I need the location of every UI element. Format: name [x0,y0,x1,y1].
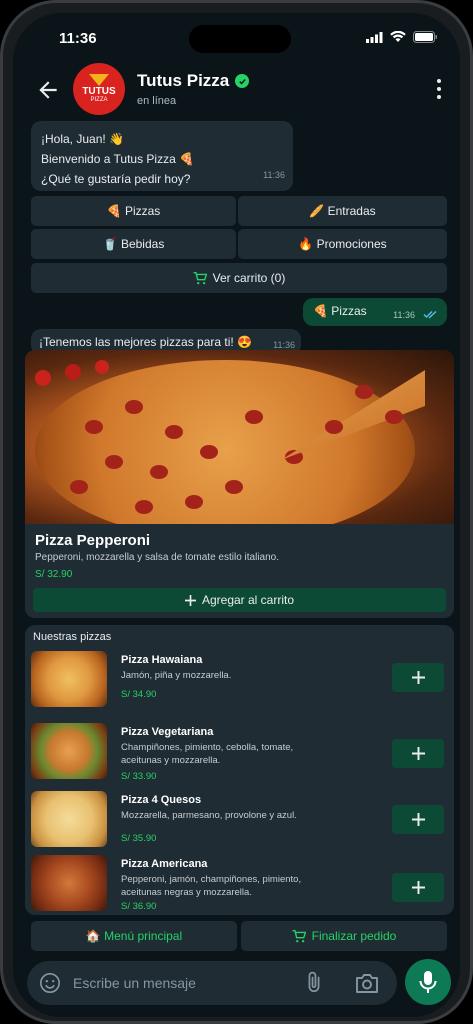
plus-icon [184,594,196,606]
pizza-description: Mozzarella, parmesano, provolone y azul. [121,810,297,821]
welcome-line-2: Bienvenido a Tutus Pizza 🍕 [41,152,195,166]
pizza-list-card: Nuestras pizzas Pizza Hawaiana Jamón, pi… [25,625,454,915]
wifi-icon [390,31,406,42]
add-pizza-button[interactable] [392,805,444,834]
welcome-message: ¡Hola, Juan! 👋 Bienvenido a Tutus Pizza … [31,121,293,191]
pizza-pepperoni-image [25,350,454,524]
list-item: Pizza 4 Quesos Mozzarella, parmesano, pr… [25,791,454,853]
contact-name-row[interactable]: Tutus Pizza [137,71,250,91]
welcome-line-1: ¡Hola, Juan! 👋 [41,132,124,146]
pizza-name: Pizza 4 Quesos [121,794,202,806]
pizza-price: S/ 34.90 [121,689,157,700]
mic-button[interactable] [405,959,451,1005]
pizza-name: Pizza Vegetariana [121,726,214,738]
welcome-line-3: ¿Qué te gustaría pedir hoy? [41,172,191,186]
pizza-description: Pepperoni, jamón, champiñones, pimiento,… [121,874,302,898]
main-menu-button[interactable]: 🏠 Menú principal [31,921,237,951]
quick-bebidas-button[interactable]: 🥤 Bebidas [31,229,236,259]
pizza-price: S/ 33.90 [121,771,157,782]
featured-product-price: S/ 32.90 [35,569,73,580]
pizza-list-heading: Nuestras pizzas [33,631,112,643]
signal-icon [366,31,383,43]
view-cart-label: Ver carrito (0) [212,271,286,285]
checkout-button[interactable]: Finalizar pedido [241,921,447,951]
add-to-cart-label: Agregar al carrito [201,593,295,607]
list-item: Pizza Americana Pepperoni, jamón, champi… [25,855,454,917]
status-bar: 11:36 [13,13,460,63]
pizza-name: Pizza Americana [121,858,208,870]
pizza-description: Champiñones, pimiento, cebolla, tomate, … [121,742,294,766]
avatar-logo-text: TUTUS [82,86,116,97]
plus-icon [411,671,425,684]
back-arrow-icon[interactable] [35,77,61,103]
add-pizza-button[interactable] [392,739,444,768]
outgoing-text: 🍕 Pizzas [313,304,367,318]
status-icons [366,31,438,43]
dynamic-island [189,25,291,53]
outgoing-time: 11:36 [393,310,415,320]
quick-pizzas-button[interactable]: 🍕 Pizzas [31,196,236,226]
checkout-label: Finalizar pedido [311,929,397,943]
message-time: 11:36 [263,170,285,180]
pizza-hawaiana-image [31,651,107,707]
cart-icon [292,929,306,942]
plus-icon [411,747,425,760]
featured-product-name: Pizza Pepperoni [35,532,151,549]
pizza-price: S/ 35.90 [121,833,157,844]
pizza-logo-icon [89,74,109,86]
plus-icon [411,813,425,826]
verified-icon [235,74,250,88]
more-vert-icon[interactable] [436,79,442,99]
add-to-cart-button[interactable]: Agregar al carrito [33,588,446,612]
add-pizza-button[interactable] [392,663,444,692]
camera-icon[interactable] [355,972,379,994]
attach-icon[interactable] [303,971,325,995]
outgoing-message: 🍕 Pizzas 11:36 [303,298,447,326]
contact-name: Tutus Pizza [137,71,230,90]
plus-icon [411,881,425,894]
chat-header: TUTUS PIZZA Tutus Pizza en línea [13,63,460,123]
add-pizza-button[interactable] [392,873,444,902]
featured-product-description: Pepperoni, mozzarella y salsa de tomate … [35,552,280,563]
message-input[interactable] [73,973,283,993]
list-item: Pizza Vegetariana Champiñones, pimiento,… [25,723,454,785]
quick-promociones-button[interactable]: 🔥 Promociones [238,229,447,259]
view-cart-button[interactable]: Ver carrito (0) [31,263,447,293]
contact-status: en línea [137,95,177,107]
pizza-americana-image [31,855,107,911]
battery-icon [413,31,437,43]
cart-icon [193,271,207,284]
pizza-description: Jamón, piña y mozzarella. [121,670,232,681]
status-time: 11:36 [59,30,97,47]
emoji-icon[interactable] [39,972,61,994]
message-composer [27,961,397,1005]
avatar-logo-subtext: PIZZA [90,97,108,103]
mic-icon [419,971,437,993]
list-item: Pizza Hawaiana Jamón, piña y mozzarella.… [25,651,454,713]
pizza-4-quesos-image [31,791,107,847]
pizza-name: Pizza Hawaiana [121,654,203,666]
phone-frame: 11:36 TUTUS PIZZA Tutus Pizza en línea ¡… [0,0,473,1024]
pizza-price: S/ 36.90 [121,901,157,912]
chat-screen: 11:36 TUTUS PIZZA Tutus Pizza en línea ¡… [13,13,460,1017]
quick-entradas-button[interactable]: 🥖 Entradas [238,196,447,226]
avatar[interactable]: TUTUS PIZZA [73,63,125,115]
featured-product-card: Pizza Pepperoni Pepperoni, mozzarella y … [25,350,454,618]
double-check-icon [423,310,437,319]
reply-text: ¡Tenemos las mejores pizzas para ti! 😍 [39,335,253,349]
pizza-vegetariana-image [31,723,107,779]
reply-time: 11:36 [273,340,295,350]
